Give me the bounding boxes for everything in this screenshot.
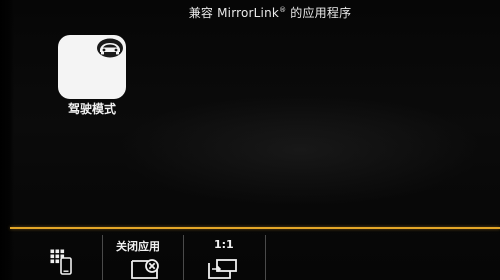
screen-ratio-label: 1:1 [214, 238, 234, 251]
close-app-icon [131, 259, 159, 279]
app-grid-button[interactable] [12, 229, 100, 280]
page-title: 兼容 MirrorLink® 的应用程序 [0, 4, 500, 21]
page-title-suffix: 的应用程序 [286, 6, 352, 20]
close-app-button[interactable]: 关闭应用 [103, 229, 181, 280]
car-icon [97, 38, 123, 58]
mirrorlink-screen: 兼容 MirrorLink® 的应用程序 驾驶模式 关闭应用 1:1 [0, 0, 500, 280]
app-tile-driving-mode[interactable] [58, 35, 126, 99]
toolbar-separator [265, 235, 266, 280]
app-grid-phone-icon [50, 249, 72, 275]
app-label-driving-mode: 驾驶模式 [67, 102, 116, 116]
close-app-label: 关闭应用 [116, 240, 160, 253]
page-title-prefix: 兼容 MirrorLink [188, 6, 280, 20]
screen-ratio-button[interactable]: 1:1 [184, 229, 264, 280]
screen-ratio-icon [208, 259, 237, 279]
bottom-toolbar: 关闭应用 1:1 [0, 229, 500, 280]
